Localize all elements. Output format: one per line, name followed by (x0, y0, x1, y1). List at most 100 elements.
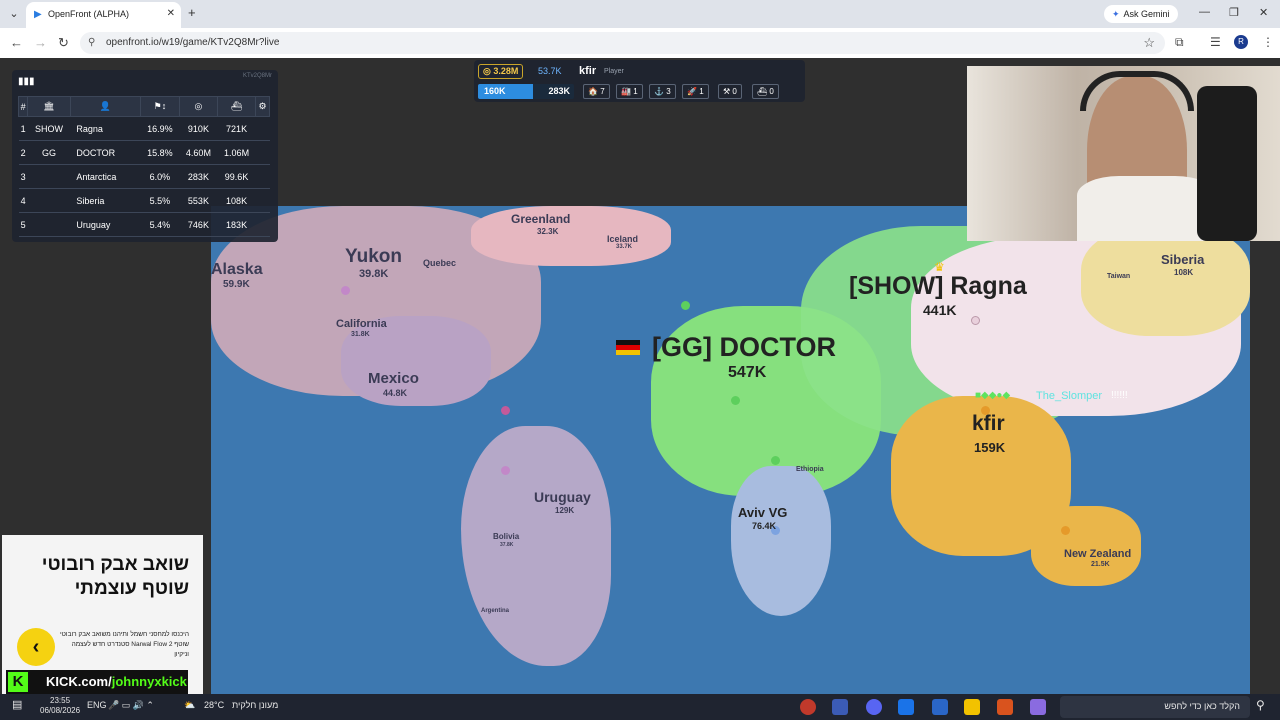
settings-gear-icon[interactable]: ⚙ (255, 96, 270, 117)
map-value-new-zealand: 21.5K (1091, 561, 1110, 568)
app-icon-record[interactable] (800, 699, 816, 715)
tab-groups-icon[interactable]: ☰ (1210, 35, 1221, 49)
city-dot (1061, 526, 1070, 535)
menu-icon[interactable]: ⋮ (1262, 35, 1274, 49)
city-dot (771, 456, 780, 465)
close-window-icon[interactable]: ✕ (1259, 6, 1268, 19)
col-clan-icon[interactable]: 🏛 (27, 96, 71, 117)
gold-cell: 283K (179, 164, 218, 189)
map-value-yukon: 39.8K (359, 268, 389, 280)
language-indicator[interactable]: ENG (87, 700, 107, 710)
back-icon[interactable]: ← (10, 36, 23, 50)
forward-icon[interactable]: → (34, 36, 47, 50)
rank-cell: 5 (18, 212, 28, 237)
clan-cell (27, 212, 71, 237)
table-row[interactable]: 4 Siberia 5.5% 553K 108K (18, 188, 270, 213)
col-player-icon[interactable]: 👤 (69, 96, 141, 117)
name-cell: Siberia (70, 188, 141, 213)
clan-cell (27, 164, 71, 189)
table-row[interactable]: 1 SHOW Ragna 16.9% 910K 721K (18, 116, 270, 141)
map-label-ethiopia: Ethiopia (796, 466, 824, 473)
missile-icon: 🚀 (687, 87, 697, 96)
site-info-icon[interactable]: ⚲ (88, 37, 95, 48)
name-cell: Uruguay (70, 212, 141, 237)
reload-icon[interactable]: ↻ (58, 36, 69, 50)
building-factory-count[interactable]: 🏭 1 (616, 84, 643, 99)
city-dot (341, 286, 350, 295)
city-dot (971, 316, 980, 325)
building-city-count[interactable]: 🏠 7 (583, 84, 610, 99)
building-missile-count[interactable]: 🚀 1 (682, 84, 709, 99)
table-row[interactable]: 3 Antarctica 6.0% 283K 99.6K (18, 164, 270, 189)
name-cell: Antarctica (70, 164, 141, 189)
name-cell: DOCTOR (70, 140, 141, 165)
south-america-land (461, 426, 611, 666)
city-dot (501, 466, 510, 475)
map-label-doctor: [GG] DOCTOR (652, 332, 836, 362)
troops-cell: 108K (217, 188, 256, 213)
col-land-icon[interactable]: ⚑↕ (139, 96, 180, 117)
ask-gemini-button[interactable]: ✦ Ask Gemini (1104, 5, 1178, 23)
map-value-uruguay: 129K (555, 506, 575, 515)
browser-tab[interactable]: ▶ OpenFront (ALPHA) ✕ (26, 2, 181, 28)
building-warship-count[interactable]: ⛴ 0 (752, 84, 779, 99)
profile-avatar[interactable]: R (1234, 35, 1248, 49)
map-label-slomper: The_Slomper (1036, 390, 1103, 402)
rank-cell: 3 (18, 164, 28, 189)
name-cell: Ragna (70, 116, 141, 141)
clock-time: 23:55 (50, 696, 71, 705)
webcam-chair (1197, 86, 1257, 241)
minimize-icon[interactable]: — (1199, 6, 1210, 18)
clock[interactable]: 23:55 06/08/2026 (40, 696, 80, 716)
copilot-taskbar-icon[interactable] (1030, 699, 1046, 715)
table-row[interactable]: 2 GG DOCTOR 15.8% 4.60M 1.06M (18, 140, 270, 165)
player-name: kfir (579, 65, 597, 77)
tray-icons[interactable]: 🎤 ▭ 🔊 ⌃ (108, 700, 154, 711)
clock-date: 06/08/2026 (40, 706, 81, 715)
player-role: Player (604, 68, 624, 75)
openfront-favicon-icon: ▶ (34, 9, 42, 20)
omnibox[interactable]: ⚲ openfront.io/w19/game/KTv2Q8Mr?live ☆ (80, 32, 1165, 54)
game-id: KTv2Q8Mr (242, 73, 272, 79)
office-taskbar-icon[interactable] (997, 699, 1013, 715)
chevron-left-icon[interactable]: ‹ (17, 628, 55, 666)
map-label-new-zealand: New Zealand (1064, 548, 1132, 560)
bookmark-star-icon[interactable]: ☆ (1143, 35, 1155, 51)
building-defense-count[interactable]: ⚒ 0 (718, 84, 742, 99)
restore-icon[interactable]: ❐ (1229, 6, 1239, 19)
discord-taskbar-icon[interactable] (866, 699, 882, 715)
map-label-ragna: [SHOW] Ragna (849, 272, 1027, 300)
missile-count: 1 (699, 87, 704, 96)
building-port-count[interactable]: ⚓ 3 (649, 84, 676, 99)
store-taskbar-icon[interactable] (932, 699, 948, 715)
gold-value: 3.28M (493, 66, 519, 76)
gold-counter: ◎ 3.28M (478, 64, 524, 79)
notification-icon[interactable]: ▤ (12, 698, 22, 711)
tab-title: OpenFront (ALPHA) (48, 9, 130, 19)
extensions-icon[interactable]: ⧉ (1175, 35, 1184, 50)
troops-cell: 1.06M (217, 140, 256, 165)
chrome-taskbar-icon[interactable] (832, 699, 848, 715)
tab-search-icon[interactable]: ⌄ (6, 6, 22, 22)
population-bar[interactable]: 160K 283K (478, 84, 574, 99)
table-row[interactable]: 5 Uruguay 5.4% 746K 183K (18, 212, 270, 237)
mail-taskbar-icon[interactable] (898, 699, 914, 715)
rank-cell: 4 (18, 188, 28, 213)
troops-cell: 721K (217, 116, 256, 141)
leaderboard-chart-icon[interactable]: ▮▮▮ (18, 76, 35, 88)
weather-temp[interactable]: 28°C (204, 700, 224, 710)
explorer-taskbar-icon[interactable] (964, 699, 980, 715)
search-icon[interactable]: ⚲ (1256, 698, 1265, 712)
col-troops-icon[interactable]: ⛴ (216, 96, 257, 117)
weather-desc[interactable]: מעונן חלקית (232, 700, 278, 710)
kick-url: KICK.com/johnnyxkick (46, 674, 187, 689)
sponsor-ad[interactable]: שואב אבק רובוטי שוטף עוצמתי היכנסו למחסני… (2, 535, 203, 694)
close-tab-icon[interactable]: ✕ (167, 8, 175, 19)
kick-banner[interactable]: K KICK.com/johnnyxkick (6, 670, 188, 694)
new-tab-icon[interactable]: + (188, 6, 196, 20)
taskbar-search-box[interactable]: הקלד כאן כדי לחפש (1060, 696, 1250, 718)
map-label-yukon: Yukon (345, 246, 403, 267)
col-gold-icon[interactable]: ◎ (178, 96, 219, 117)
world-map[interactable]: Greenland 32.3K Iceland 33.7K Yukon 39.8… (211, 206, 1250, 694)
kick-prefix: KICK.com/ (46, 674, 112, 689)
